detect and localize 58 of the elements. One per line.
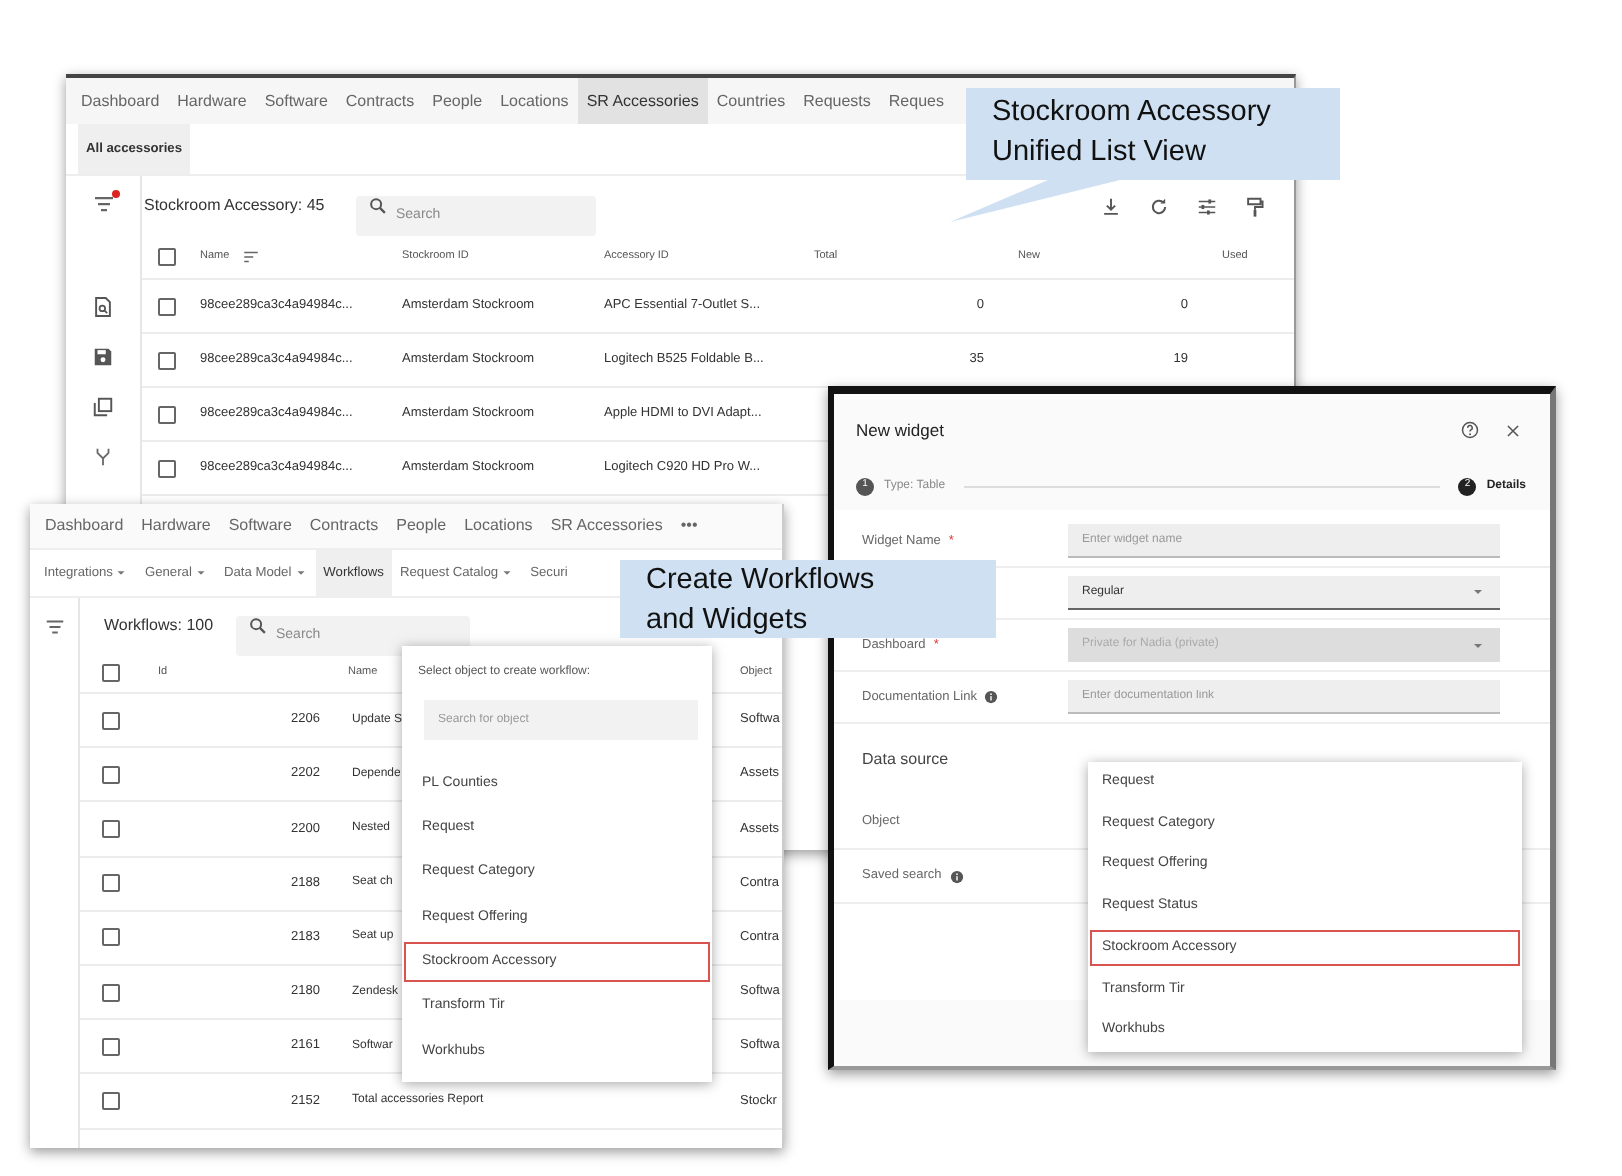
- record-count: Workflows: 100: [104, 614, 216, 638]
- caret-icon: [500, 566, 515, 580]
- nav-tab[interactable]: Dashboard: [36, 504, 133, 548]
- nav-tab[interactable]: Contracts: [300, 504, 388, 548]
- nav-tab[interactable]: Reques: [879, 78, 953, 124]
- nav-tab[interactable]: Contracts: [336, 78, 424, 124]
- nav-tab[interactable]: Requests: [794, 78, 880, 124]
- checkbox[interactable]: [157, 459, 175, 477]
- checkbox[interactable]: [101, 711, 119, 730]
- search-icon: [368, 196, 388, 216]
- checkbox[interactable]: [101, 1091, 119, 1110]
- nav-tab[interactable]: Locations: [491, 78, 578, 124]
- nav-tab[interactable]: Hardware: [132, 504, 220, 548]
- nav-tab[interactable]: People: [387, 504, 456, 548]
- help-icon[interactable]: [1460, 420, 1480, 440]
- download-icon[interactable]: [1100, 195, 1122, 217]
- checkbox[interactable]: [101, 819, 119, 838]
- caret-icon: [114, 566, 129, 580]
- checkbox[interactable]: [157, 297, 175, 315]
- nav-tab[interactable]: •••: [671, 504, 707, 548]
- checkbox[interactable]: [157, 248, 175, 266]
- nav-tab[interactable]: SR Accessories: [541, 504, 672, 548]
- nav-tab[interactable]: Hardware: [168, 78, 256, 124]
- nav-tab[interactable]: Software: [219, 504, 301, 548]
- sort-icon[interactable]: [241, 248, 260, 266]
- nav-tab[interactable]: People: [423, 78, 492, 124]
- section-title: Data source: [860, 748, 949, 772]
- callout-text: Stockroom Accessory Unified List View: [992, 94, 1273, 172]
- fork-icon[interactable]: [92, 446, 114, 468]
- caret-icon: [193, 566, 208, 580]
- save-icon[interactable]: [92, 346, 114, 368]
- callout-text: Create Workflows and Widgets: [646, 562, 877, 638]
- nav-tab[interactable]: Dashboard: [72, 78, 169, 124]
- record-count: Stockroom Accessory: 45: [144, 194, 327, 218]
- nav-tab[interactable]: Locations: [455, 504, 542, 548]
- checkbox[interactable]: [157, 405, 175, 423]
- paint-roller-icon[interactable]: [1244, 195, 1266, 217]
- checkbox[interactable]: [101, 1037, 119, 1056]
- checkbox[interactable]: [101, 983, 119, 1002]
- filter-icon[interactable]: [91, 192, 115, 216]
- dialog-title: New widget: [856, 417, 944, 443]
- nav-tab[interactable]: Countries: [707, 78, 795, 124]
- checkbox[interactable]: [101, 874, 119, 893]
- caret-icon: [1470, 584, 1486, 600]
- search-icon: [248, 616, 268, 636]
- filter-icon[interactable]: [43, 616, 65, 638]
- checkbox[interactable]: [101, 664, 119, 682]
- checkbox[interactable]: [101, 928, 119, 947]
- nav-tab[interactable]: SR Accessories: [577, 78, 708, 124]
- copy-icon[interactable]: [92, 396, 114, 418]
- checkbox[interactable]: [101, 765, 119, 784]
- nav-tab[interactable]: Software: [255, 78, 337, 124]
- close-icon[interactable]: [1504, 421, 1522, 439]
- caret-icon: [293, 566, 308, 580]
- checkbox[interactable]: [157, 351, 175, 369]
- document-search-icon[interactable]: [92, 296, 114, 318]
- refresh-icon[interactable]: [1148, 195, 1170, 217]
- tune-icon[interactable]: [1196, 195, 1218, 217]
